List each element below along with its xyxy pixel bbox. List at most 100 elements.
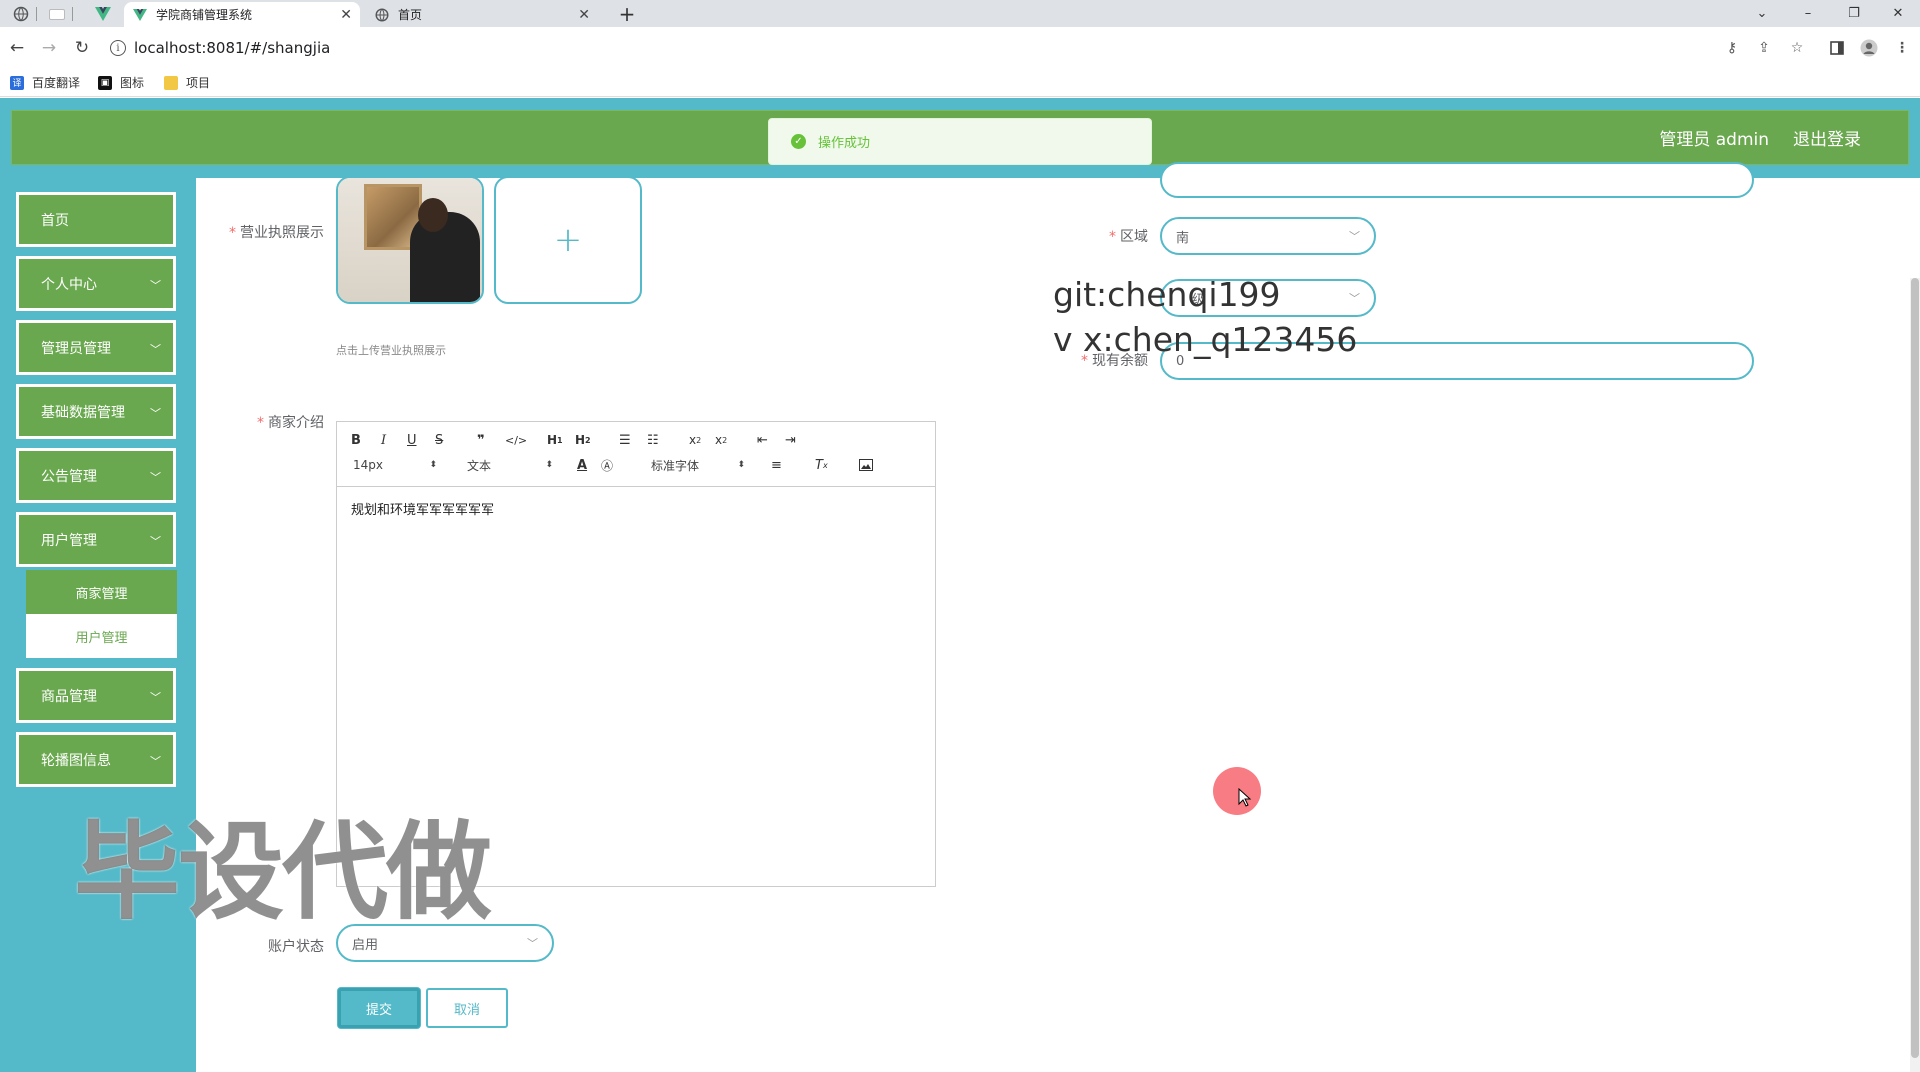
chevron-down-icon: ﹀ [150,471,161,484]
blockquote-icon[interactable]: ❞ [477,430,485,450]
pinned-tab-2[interactable] [42,3,72,25]
bookmark-label: 图标 [120,76,145,90]
sidebar-item-admin-management[interactable]: 管理员管理 ﹀ [16,320,176,375]
forward-arrow-icon[interactable]: → [38,37,60,59]
tab-active[interactable]: 学院商铺管理系统 ✕ [124,2,360,27]
insert-image-icon[interactable] [859,455,873,475]
bookmark-project[interactable]: 项目 [164,74,210,91]
outdent-icon[interactable]: ⇤ [757,430,768,450]
scrollbar-thumb[interactable] [1911,278,1919,1058]
profile-icon[interactable] [1860,39,1878,57]
translate-icon: 译 [10,75,24,90]
header-user-area: 管理员 admin 退出登录 [1635,110,1861,165]
mouse-cursor-icon [1238,788,1252,807]
editor-content[interactable]: 规划和环境军军军军军军 [337,487,935,530]
font-size-select[interactable]: 14px ⬍ [353,455,437,475]
chevron-down-icon: ﹀ [1349,292,1360,305]
sidebar-item-base-data[interactable]: 基础数据管理 ﹀ [16,384,176,439]
address-bar: ← → ↻ i localhost:8081/#/shangjia ⚷ ⇪ ☆ … [0,27,1920,69]
pinned-tab-1[interactable] [6,3,36,25]
key-icon[interactable]: ⚷ [1723,39,1741,57]
sidebar-item-user-management[interactable]: 用户管理 ﹀ [16,512,176,567]
sidebar-subitem-user[interactable]: 用户管理 [26,614,177,658]
bookmark-icons[interactable]: ▣ 图标 [98,74,144,91]
cancel-button[interactable]: 取消 [426,988,508,1028]
sidebar-item-notice[interactable]: 公告管理 ﹀ [16,448,176,503]
sidebar-subitem-merchant[interactable]: 商家管理 [26,570,177,614]
sidebar-item-label: 轮播图信息 [41,752,111,769]
close-tab-icon[interactable]: ✕ [340,7,352,23]
clear-format-icon[interactable]: Tx [815,455,828,475]
chevron-down-icon: ﹀ [150,343,161,356]
bookmark-label: 项目 [186,76,211,90]
bold-icon[interactable]: B [351,430,361,450]
star-icon[interactable]: ☆ [1788,39,1806,57]
globe-icon [13,6,29,22]
background-color-icon[interactable]: Ⓐ [601,455,613,475]
url-field[interactable]: i localhost:8081/#/shangjia [110,34,1710,62]
chevron-down-icon: ﹀ [150,407,161,420]
code-icon[interactable]: </> [505,430,527,450]
blank-page-icon [49,8,65,20]
sidebar-item-home[interactable]: 首页 [16,192,176,247]
url-text: localhost:8081/#/shangjia [134,39,331,57]
reload-icon[interactable]: ↻ [71,37,93,59]
heading2-icon[interactable]: H2 [575,430,591,450]
region-select[interactable]: 南 ﹀ [1160,217,1376,255]
chevron-down-icon: ﹀ [150,535,161,548]
font-family-select[interactable]: 标准字体 ⬍ [651,455,745,475]
logout-link[interactable]: 退出登录 [1793,125,1861,150]
block-type-select[interactable]: 文本 ⬍ [467,455,553,475]
bullet-list-icon[interactable]: ☷ [647,430,659,450]
info-icon[interactable]: i [110,40,126,56]
folder-icon [164,75,178,90]
address-field[interactable] [1160,162,1754,198]
italic-icon[interactable]: I [381,430,386,450]
window-close-button[interactable]: ✕ [1876,0,1920,27]
tab-list-button[interactable]: ⌄ [1740,0,1784,27]
menu-kebab-icon[interactable]: ⋮ [1893,39,1911,57]
ordered-list-icon[interactable]: ☰ [619,430,631,450]
cursor-highlight [1213,767,1261,815]
sidebar-item-goods[interactable]: 商品管理 ﹀ [16,668,176,723]
sidebar-item-personal-center[interactable]: 个人中心 ﹀ [16,256,176,311]
pinned-tab-3[interactable] [88,3,118,25]
heading1-icon[interactable]: H1 [547,430,563,450]
close-tab-icon[interactable]: ✕ [578,7,590,23]
scrollbar[interactable] [1910,278,1920,1072]
share-icon[interactable]: ⇪ [1755,39,1773,57]
font-family-value: 标准字体 [651,458,700,473]
font-color-icon[interactable]: A [577,455,587,475]
indent-icon[interactable]: ⇥ [785,430,796,450]
underline-icon[interactable]: U [407,430,417,450]
superscript-icon[interactable]: x2 [715,430,727,450]
sidebar-item-carousel[interactable]: 轮播图信息 ﹀ [16,732,176,787]
tab-separator [72,7,73,21]
align-icon[interactable]: ≡ [771,455,782,475]
submit-button[interactable]: 提交 [338,988,420,1028]
tab-home[interactable]: 首页 ✕ [366,2,598,27]
globe-icon [374,7,390,23]
side-panel-icon[interactable] [1828,39,1846,57]
sidebar-item-label: 用户管理 [41,532,97,549]
subscript-icon[interactable]: x2 [689,430,701,450]
sidebar-item-label: 基础数据管理 [41,404,125,421]
license-image[interactable] [336,176,484,304]
bookmark-label: 百度翻译 [32,76,81,90]
sidebar-item-label: 个人中心 [41,276,97,293]
select-arrows-icon: ⬍ [737,460,745,470]
license-upload-hint: 点击上传营业执照展示 [336,344,446,357]
restore-button[interactable]: ❐ [1832,0,1876,27]
bookmarks-bar: 译 百度翻译 ▣ 图标 项目 [0,69,1920,97]
license-label: * 营业执照展示 [229,225,324,241]
new-tab-button[interactable]: + [612,2,642,26]
chevron-down-icon: ﹀ [150,279,161,292]
back-arrow-icon[interactable]: ← [6,37,28,59]
block-type-value: 文本 [467,458,492,473]
toast-message: 操作成功 [818,136,871,151]
bookmark-baidu-translate[interactable]: 译 百度翻译 [10,74,80,91]
strikethrough-icon[interactable]: S [435,430,443,450]
sidebar-item-label: 商品管理 [41,688,97,705]
minimize-button[interactable]: – [1786,0,1830,27]
upload-add-button[interactable]: + [494,176,642,304]
